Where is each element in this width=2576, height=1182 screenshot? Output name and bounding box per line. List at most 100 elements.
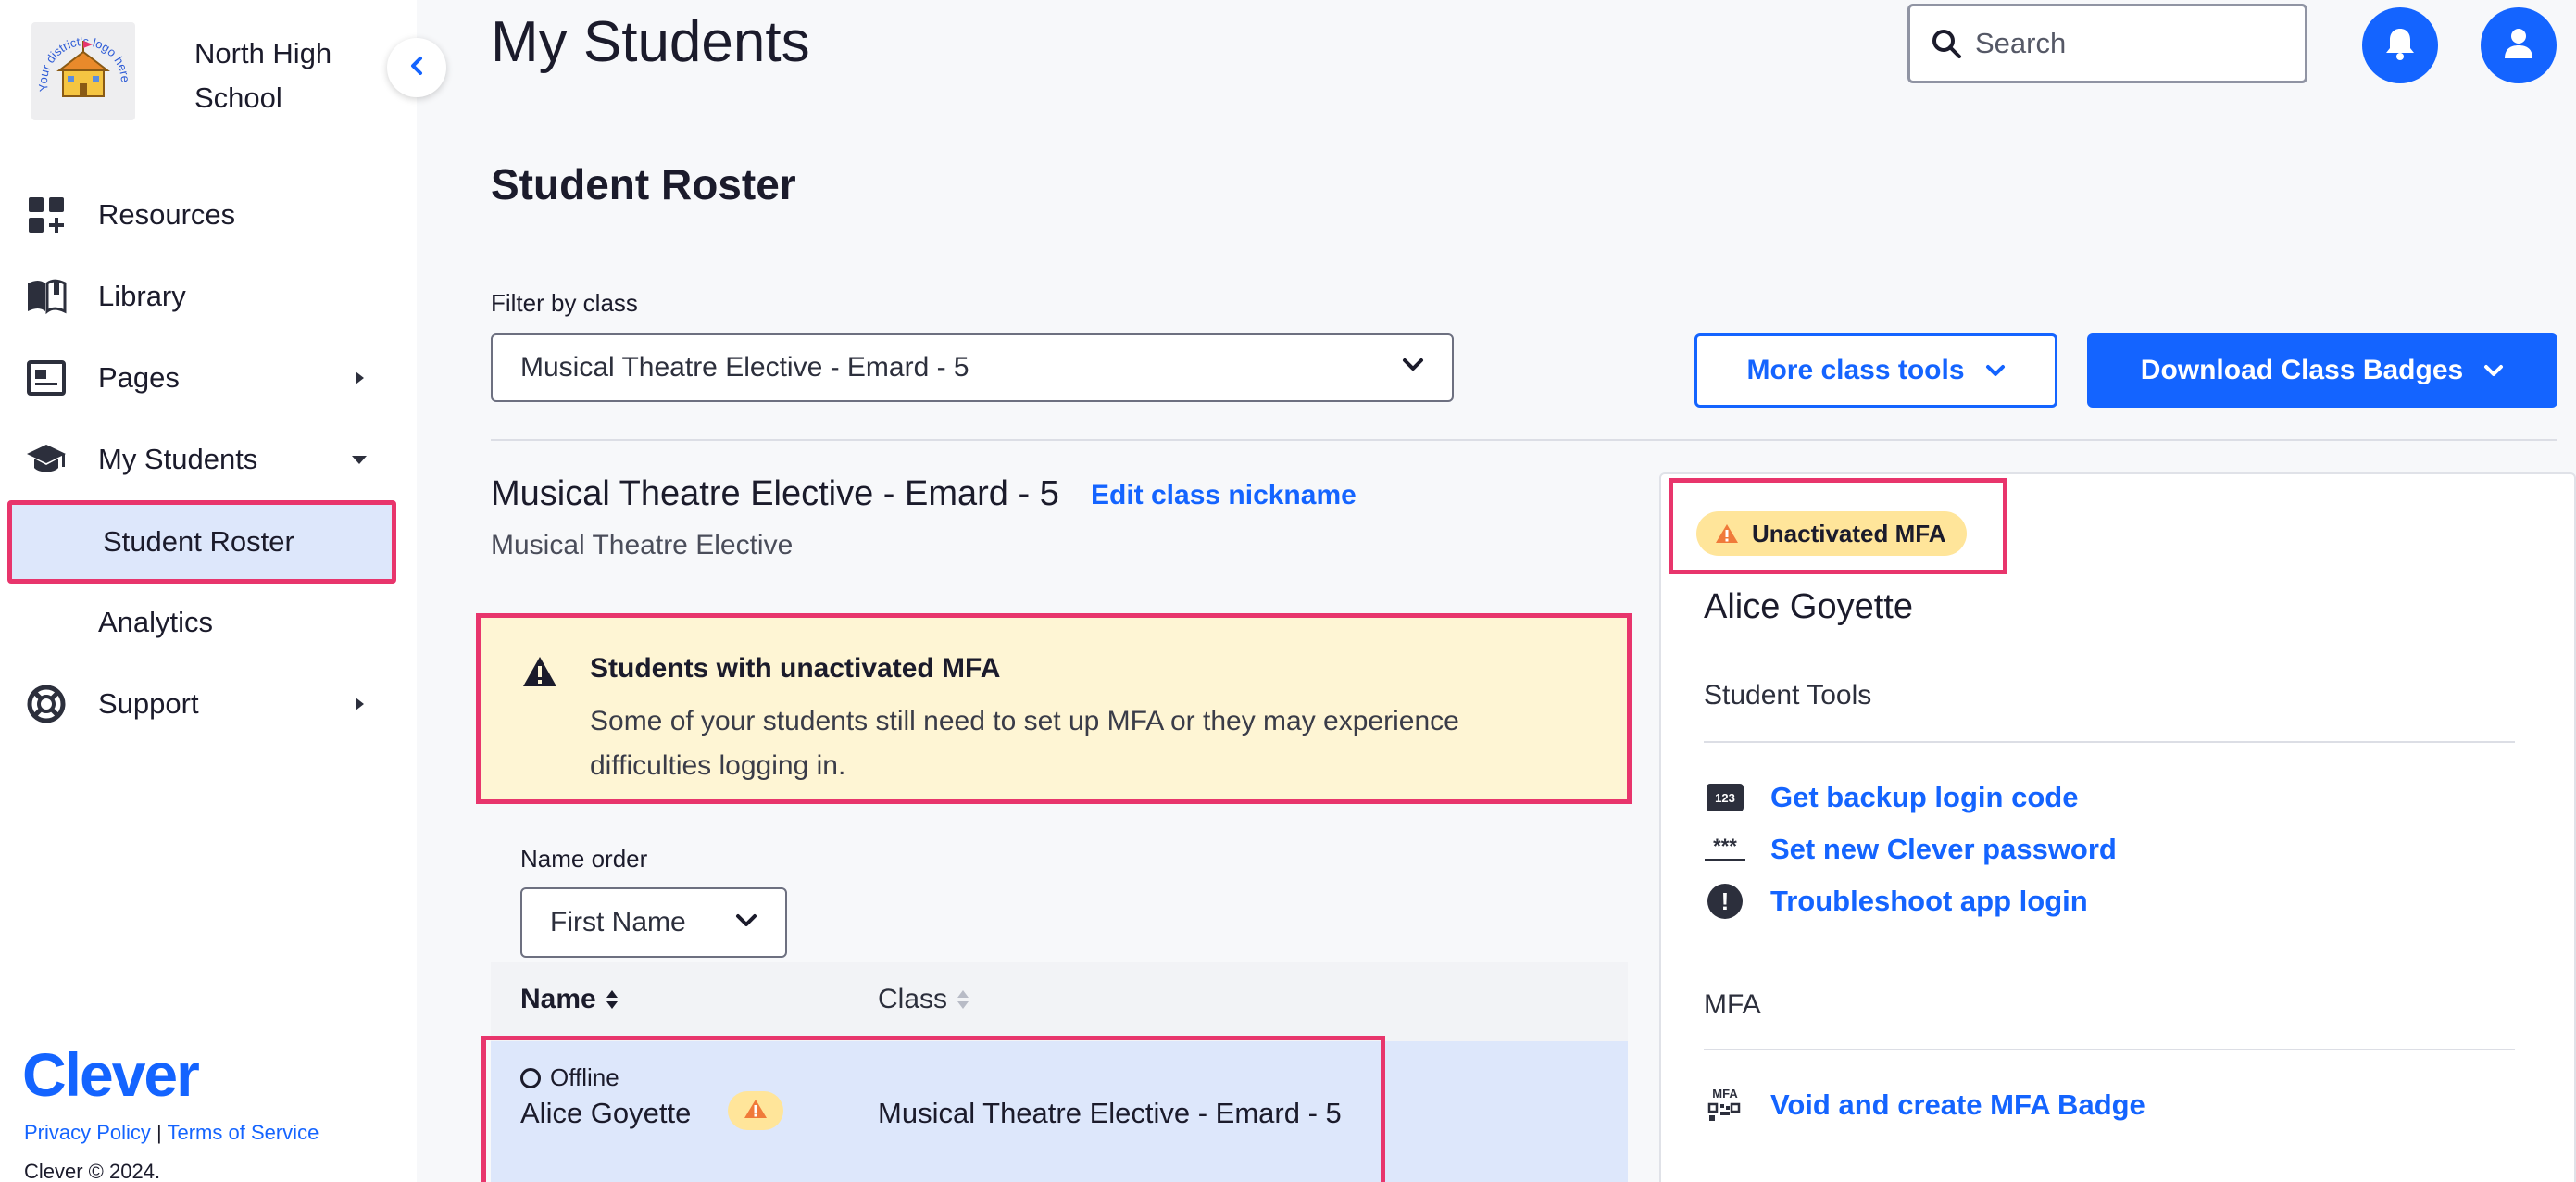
sidebar-item-label: Analytics: [98, 606, 214, 638]
number-code-icon: 123: [1704, 779, 1746, 816]
mfa-qr-icon: MFA: [1704, 1087, 1746, 1124]
sidebar-item-pages[interactable]: Pages: [0, 341, 417, 415]
class-heading: Musical Theatre Elective - Emard - 5: [491, 474, 1059, 513]
footer-links: Privacy Policy | Terms of Service: [24, 1121, 319, 1145]
collapse-sidebar-button[interactable]: [387, 38, 446, 97]
void-and-create-mfa-badge-link[interactable]: MFA Void and create MFA Badge: [1704, 1082, 2145, 1128]
sidebar-item-label: Resources: [98, 198, 236, 231]
sidebar-item-label: Pages: [98, 361, 180, 394]
tool-link-label: Set new Clever password: [1770, 833, 2117, 865]
district-logo: Your district's logo here: [31, 22, 135, 120]
notifications-button[interactable]: [2362, 7, 2438, 83]
copyright: Clever © 2024.: [24, 1160, 161, 1182]
more-class-tools-label: More class tools: [1746, 355, 1965, 385]
table-header: Name Class: [491, 962, 1628, 1041]
student-class-cell: Musical Theatre Elective - Emard - 5: [878, 1097, 1342, 1129]
tool-link-label: Void and create MFA Badge: [1770, 1088, 2145, 1121]
student-status: Offline: [520, 1063, 619, 1092]
chevron-down-icon: [1985, 364, 2006, 377]
password-icon-text: ***: [1713, 835, 1737, 858]
section-divider: [1704, 741, 2515, 743]
column-header-name[interactable]: Name: [520, 984, 619, 1015]
footer-separator: |: [156, 1121, 162, 1144]
download-class-badges-label: Download Class Badges: [2140, 355, 2464, 385]
book-open-icon: [26, 276, 67, 317]
get-backup-login-code-link[interactable]: 123 Get backup login code: [1704, 774, 2078, 821]
warning-icon: [1715, 523, 1739, 544]
school-name: North High School: [194, 37, 332, 114]
clever-logo: Clever: [22, 1040, 200, 1109]
caret-down-icon: [350, 450, 369, 469]
name-order-select[interactable]: First Name: [520, 887, 787, 958]
sidebar-item-label: Support: [98, 687, 199, 720]
student-name-cell: Alice Goyette: [520, 1097, 692, 1129]
search-box[interactable]: [1907, 4, 2307, 83]
sort-icon: [606, 988, 619, 1011]
column-header-label: Name: [520, 984, 596, 1014]
alert-circle-icon: !: [1704, 883, 1746, 920]
unactivated-mfa-badge: Unactivated MFA: [1696, 511, 1967, 556]
number-code-icon-text: 123: [1715, 791, 1735, 805]
sidebar-item-label: Student Roster: [103, 525, 294, 558]
student-tools-heading: Student Tools: [1704, 680, 1872, 710]
search-input[interactable]: [1975, 27, 2290, 60]
warning-icon: [521, 655, 558, 693]
chevron-down-icon: [2483, 364, 2504, 377]
password-icon: ***: [1704, 831, 1746, 868]
page-title: My Students: [491, 10, 810, 74]
alert-title: Students with unactivated MFA: [590, 653, 1001, 684]
column-header-class[interactable]: Class: [878, 984, 969, 1015]
section-divider: [1704, 1049, 2515, 1050]
section-divider: [491, 439, 2557, 441]
sidebar-item-analytics[interactable]: Analytics: [7, 585, 396, 660]
mfa-alert-banner: Students with unactivated MFA Some of yo…: [476, 613, 1632, 804]
sort-icon: [957, 988, 969, 1011]
name-order-value: First Name: [550, 907, 686, 937]
edit-class-nickname-link[interactable]: Edit class nickname: [1091, 480, 1357, 511]
sidebar: Your district's logo here North High Sch…: [0, 0, 417, 1182]
class-subtitle: Musical Theatre Elective: [491, 530, 794, 560]
name-order-label: Name order: [520, 845, 648, 873]
warning-icon: [743, 1098, 769, 1125]
sidebar-item-label: My Students: [98, 443, 258, 475]
user-icon: [2503, 27, 2534, 65]
class-filter-select[interactable]: Musical Theatre Elective - Emard - 5: [491, 333, 1454, 402]
sidebar-item-my-students[interactable]: My Students: [0, 422, 417, 497]
student-status-label: Offline: [550, 1063, 619, 1091]
more-class-tools-button[interactable]: More class tools: [1694, 333, 2057, 408]
tool-link-label: Troubleshoot app login: [1770, 885, 2088, 917]
caret-right-icon: [350, 695, 369, 713]
resources-icon: [26, 195, 67, 235]
sidebar-item-resources[interactable]: Resources: [0, 178, 417, 252]
sidebar-item-library[interactable]: Library: [0, 259, 417, 333]
mfa-heading: MFA: [1704, 989, 1761, 1020]
student-detail-panel: [1659, 472, 2576, 1182]
terms-of-service-link[interactable]: Terms of Service: [167, 1121, 319, 1144]
mfa-qr-icon-text: MFA: [1712, 1087, 1738, 1100]
search-icon: [1931, 28, 1962, 59]
class-filter-value: Musical Theatre Elective - Emard - 5: [520, 352, 969, 383]
badge-label: Unactivated MFA: [1752, 519, 1946, 547]
troubleshoot-app-login-link[interactable]: ! Troubleshoot app login: [1704, 878, 2088, 924]
detail-student-name: Alice Goyette: [1704, 587, 1913, 626]
column-header-label: Class: [878, 984, 948, 1014]
sidebar-item-label: Library: [98, 280, 186, 312]
offline-status-icon: [520, 1067, 541, 1088]
download-class-badges-button[interactable]: Download Class Badges: [2087, 333, 2557, 408]
alert-body: Some of your students still need to set …: [590, 706, 1459, 781]
tool-link-label: Get backup login code: [1770, 781, 2079, 813]
set-new-clever-password-link[interactable]: *** Set new Clever password: [1704, 826, 2117, 873]
profile-button[interactable]: [2481, 7, 2557, 83]
sidebar-item-student-roster[interactable]: Student Roster: [7, 500, 396, 584]
section-title: Student Roster: [491, 160, 796, 208]
bell-icon: [2384, 26, 2416, 66]
privacy-policy-link[interactable]: Privacy Policy: [24, 1121, 151, 1144]
sidebar-item-support[interactable]: Support: [0, 667, 417, 741]
filter-by-class-label: Filter by class: [491, 289, 638, 317]
chevron-down-icon: [735, 913, 757, 933]
mfa-warning-badge: [728, 1091, 783, 1130]
chevron-left-icon: [408, 56, 425, 81]
lifebuoy-icon: [26, 684, 67, 724]
pages-icon: [26, 358, 67, 398]
graduation-cap-icon: [26, 439, 67, 480]
